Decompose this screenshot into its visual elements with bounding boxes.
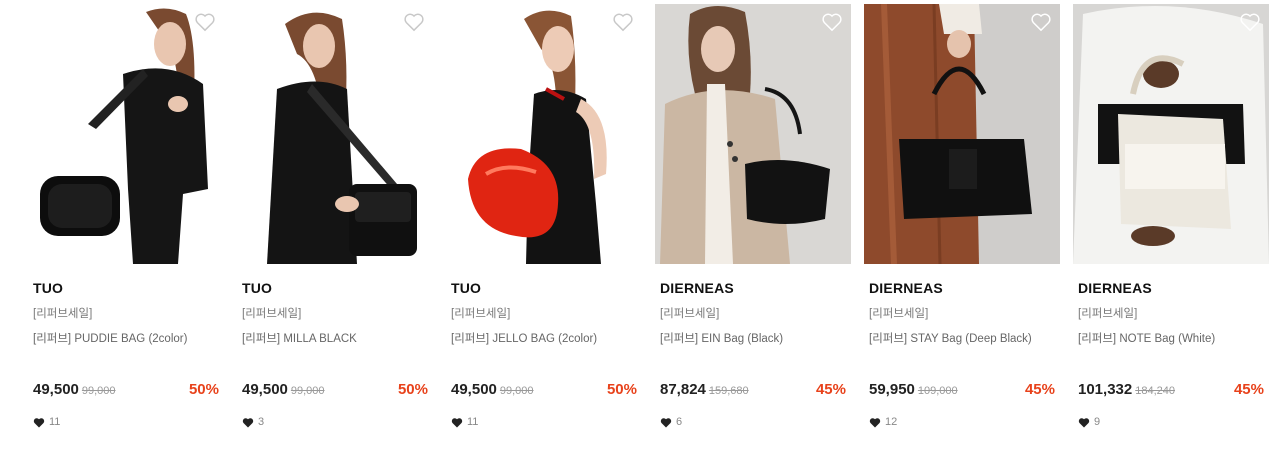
sale-price: 49,500 99,000 [242, 381, 325, 398]
product-tag: [리퍼브세일] [660, 308, 720, 320]
like-count-value: 9 [1094, 416, 1101, 428]
product-name[interactable]: [리퍼브] MILLA BLACK [242, 330, 357, 346]
brown-leather-skirt-black-handbag-image [864, 4, 1060, 264]
wishlist-heart-icon[interactable] [1239, 12, 1261, 32]
product-name[interactable]: [리퍼브] PUDDIE BAG (2color) [33, 330, 187, 346]
discount-rate: 50% [188, 381, 219, 398]
product-name[interactable]: [리퍼브] STAY Bag (Deep Black) [869, 330, 1032, 346]
product-brand[interactable]: TUO [242, 280, 272, 296]
wishlist-heart-icon[interactable] [821, 12, 843, 32]
product-card[interactable]: DIERNEAS [리퍼브세일] [리퍼브] EIN Bag (Black) 8… [655, 4, 851, 444]
product-image[interactable] [864, 4, 1060, 264]
sale-price-value: 59,950 [869, 381, 915, 398]
original-price: 99,000 [81, 385, 116, 397]
like-count-value: 3 [258, 416, 265, 428]
like-count-value: 11 [49, 416, 61, 428]
sale-price-value: 101,332 [1078, 381, 1133, 398]
discount-rate: 45% [1233, 381, 1264, 398]
discount-rate: 45% [1024, 381, 1055, 398]
like-count-value: 11 [467, 416, 479, 428]
like-count: 6 [660, 416, 682, 428]
product-card[interactable]: TUO [리퍼브세일] [리퍼브] JELLO BAG (2color) 49,… [446, 4, 642, 444]
sale-price: 59,950 109,000 [869, 381, 958, 398]
like-count: 12 [869, 416, 897, 428]
product-card[interactable]: TUO [리퍼브세일] [리퍼브] PUDDIE BAG (2color) 49… [28, 4, 224, 444]
heart-filled-icon [1078, 417, 1090, 427]
sale-price: 49,500 99,000 [33, 381, 116, 398]
discount-rate: 50% [397, 381, 428, 398]
like-count: 11 [451, 416, 478, 428]
sale-price-value: 49,500 [451, 381, 497, 398]
product-image[interactable] [28, 4, 224, 264]
product-card[interactable]: DIERNEAS [리퍼브세일] [리퍼브] NOTE Bag (White) … [1073, 4, 1269, 444]
product-tag: [리퍼브세일] [869, 308, 929, 320]
wishlist-heart-icon[interactable] [403, 12, 425, 32]
wishlist-heart-icon[interactable] [1030, 12, 1052, 32]
product-tag: [리퍼브세일] [242, 308, 302, 320]
original-price: 99,000 [290, 385, 325, 397]
product-brand[interactable]: TUO [451, 280, 481, 296]
like-count-value: 6 [676, 416, 683, 428]
product-image[interactable] [446, 4, 642, 264]
original-price: 99,000 [499, 385, 534, 397]
model-white-shirt-white-tote-image [1073, 4, 1269, 264]
sale-price-value: 87,824 [660, 381, 706, 398]
product-image[interactable] [655, 4, 851, 264]
product-name[interactable]: [리퍼브] NOTE Bag (White) [1078, 330, 1215, 346]
like-count: 3 [242, 416, 264, 428]
heart-filled-icon [660, 417, 672, 427]
product-image[interactable] [237, 4, 433, 264]
original-price: 109,000 [917, 385, 958, 397]
like-count: 11 [33, 416, 60, 428]
product-card[interactable]: DIERNEAS [리퍼브세일] [리퍼브] STAY Bag (Deep Bl… [864, 4, 1060, 444]
product-tag: [리퍼브세일] [451, 308, 511, 320]
product-brand[interactable]: DIERNEAS [1078, 280, 1152, 296]
model-red-patent-shoulder-bag-image [446, 4, 642, 264]
sale-price: 101,332 184,240 [1078, 381, 1175, 398]
product-image[interactable] [1073, 4, 1269, 264]
heart-filled-icon [869, 417, 881, 427]
product-brand[interactable]: DIERNEAS [660, 280, 734, 296]
sale-price: 87,824 159,680 [660, 381, 749, 398]
like-count: 9 [1078, 416, 1100, 428]
heart-filled-icon [242, 417, 254, 427]
product-name[interactable]: [리퍼브] JELLO BAG (2color) [451, 330, 597, 346]
heart-filled-icon [451, 417, 463, 427]
discount-rate: 45% [815, 381, 846, 398]
heart-filled-icon [33, 417, 45, 427]
product-tag: [리퍼브세일] [33, 308, 93, 320]
product-name[interactable]: [리퍼브] EIN Bag (Black) [660, 330, 783, 346]
original-price: 184,240 [1135, 385, 1175, 397]
product-tag: [리퍼브세일] [1078, 308, 1138, 320]
product-grid: TUO [리퍼브세일] [리퍼브] PUDDIE BAG (2color) 49… [0, 0, 1280, 464]
sale-price: 49,500 99,000 [451, 381, 534, 398]
discount-rate: 50% [606, 381, 637, 398]
like-count-value: 12 [885, 416, 898, 428]
wishlist-heart-icon[interactable] [194, 12, 216, 32]
sale-price-value: 49,500 [33, 381, 79, 398]
product-card[interactable]: TUO [리퍼브세일] [리퍼브] MILLA BLACK 49,500 99,0… [237, 4, 433, 444]
product-brand[interactable]: DIERNEAS [869, 280, 943, 296]
model-side-black-flap-bag-image [237, 4, 433, 264]
product-brand[interactable]: TUO [33, 280, 63, 296]
model-black-jacket-black-shoulder-bag-image [28, 4, 224, 264]
model-beige-jacket-black-bag-image [655, 4, 851, 264]
sale-price-value: 49,500 [242, 381, 288, 398]
wishlist-heart-icon[interactable] [612, 12, 634, 32]
original-price: 159,680 [708, 385, 749, 397]
